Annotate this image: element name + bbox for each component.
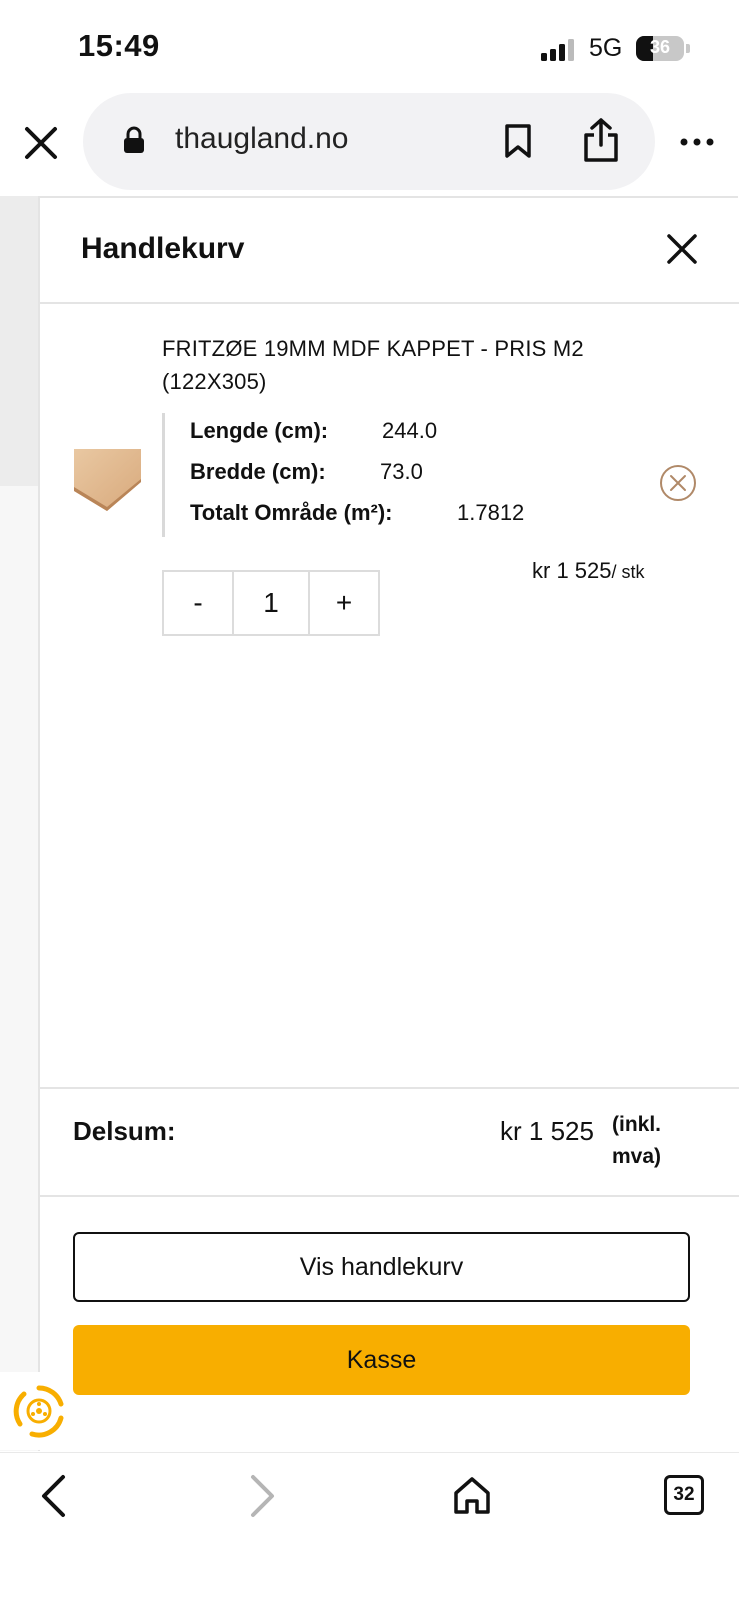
battery-percent: 36 bbox=[649, 37, 671, 57]
view-cart-button[interactable]: Vis handlekurv bbox=[73, 1232, 690, 1302]
increase-quantity-button[interactable]: + bbox=[310, 572, 378, 634]
address-bar[interactable]: thaugland.no bbox=[83, 93, 655, 190]
floating-widget-button[interactable] bbox=[0, 1372, 78, 1450]
subtotal-label: Delsum: bbox=[73, 1116, 176, 1146]
attribute-label: Lengde (cm): bbox=[190, 418, 329, 443]
more-icon[interactable] bbox=[679, 130, 715, 154]
bookmark-icon[interactable] bbox=[504, 123, 532, 159]
home-icon[interactable] bbox=[452, 1475, 492, 1515]
quantity-stepper: - 1 + bbox=[162, 570, 380, 636]
checkout-button[interactable]: Kasse bbox=[73, 1325, 690, 1395]
item-price: kr 1 525/ stk bbox=[532, 558, 645, 584]
subtotal-row: Delsum: kr 1 525 (inkl. mva) bbox=[40, 1087, 739, 1197]
product-name[interactable]: FRITZØE 19MM MDF KAPPET - PRIS M2 (122X3… bbox=[162, 332, 632, 398]
network-label: 5G bbox=[589, 34, 623, 62]
status-time: 15:49 bbox=[78, 28, 160, 63]
product-thumbnail[interactable] bbox=[74, 449, 141, 511]
recycle-wheel-icon bbox=[13, 1385, 64, 1438]
url-text[interactable]: thaugland.no bbox=[175, 122, 349, 156]
remove-item-icon[interactable] bbox=[659, 464, 697, 502]
product-attributes: Lengde (cm): 244.0 Bredde (cm): 73.0 Tot… bbox=[162, 413, 582, 537]
back-icon[interactable] bbox=[38, 1473, 68, 1519]
quantity-value[interactable]: 1 bbox=[234, 572, 310, 634]
close-icon[interactable] bbox=[22, 124, 60, 162]
status-bar: 15:49 5G 36 bbox=[0, 0, 739, 95]
attribute-value: 73.0 bbox=[380, 459, 423, 484]
attribute-value: 1.7812 bbox=[457, 500, 525, 525]
battery-icon: 36 bbox=[636, 36, 684, 61]
cart-header: Handlekurv bbox=[40, 198, 739, 304]
forward-icon[interactable] bbox=[248, 1473, 278, 1519]
cart-title: Handlekurv bbox=[81, 232, 245, 265]
browser-toolbar: 32 bbox=[0, 1452, 739, 1600]
page-backdrop-strip bbox=[0, 196, 38, 486]
vat-note: (inkl. mva) bbox=[612, 1113, 662, 1168]
battery-nub bbox=[686, 44, 690, 53]
share-icon[interactable] bbox=[582, 117, 620, 163]
signal-strength-icon bbox=[541, 39, 577, 61]
cart-drawer: Handlekurv FRITZØE 19MM MDF KAPPET - PRI… bbox=[38, 196, 739, 1451]
price-unit: / stk bbox=[611, 562, 645, 582]
tabs-button[interactable]: 32 bbox=[664, 1475, 704, 1515]
attribute-label: Totalt Område (m²): bbox=[190, 500, 393, 525]
price-amount: kr 1 525 bbox=[532, 558, 612, 583]
attribute-label: Bredde (cm): bbox=[190, 459, 326, 484]
cart-close-icon[interactable] bbox=[667, 234, 697, 264]
lock-icon bbox=[124, 126, 144, 153]
attribute-value: 244.0 bbox=[382, 418, 438, 443]
subtotal-value: kr 1 525 bbox=[500, 1116, 594, 1146]
decrease-quantity-button[interactable]: - bbox=[164, 572, 234, 634]
